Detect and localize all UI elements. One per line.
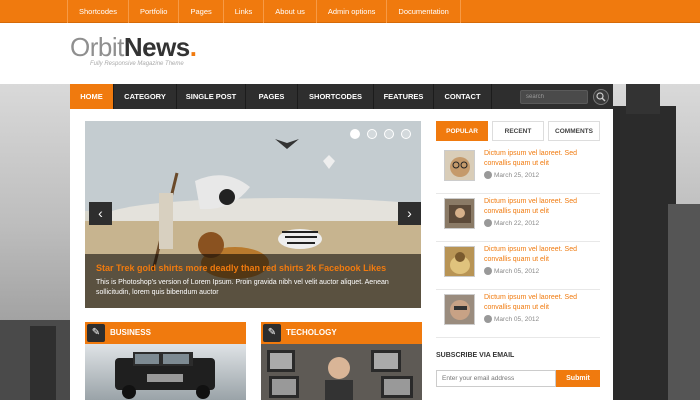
post-thumbnail[interactable]: [444, 150, 475, 181]
chevron-right-icon: ›: [407, 205, 412, 221]
post-image: [449, 205, 471, 223]
nav-single-post[interactable]: SINGLE POST: [177, 84, 246, 109]
site-logo[interactable]: OrbitNews.: [70, 32, 197, 63]
nav-shortcodes[interactable]: SHORTCODES: [298, 84, 374, 109]
post-thumbnail[interactable]: [444, 198, 475, 229]
nav-category[interactable]: CATEGORY: [114, 84, 177, 109]
nav-pages[interactable]: PAGES: [246, 84, 298, 109]
nav-contact[interactable]: CONTACT: [434, 84, 492, 109]
post-date: March 05, 2012: [494, 316, 540, 323]
logo-part1: Orbit: [70, 32, 124, 62]
post-title[interactable]: Dictum ipsum vel laoreet. Sed convallis …: [484, 149, 596, 169]
top-menu-links[interactable]: Links: [224, 0, 265, 23]
slider-prev-button[interactable]: ‹: [89, 202, 112, 225]
section-title-technology: TECHOLOGY: [286, 328, 337, 337]
post-thumbnail[interactable]: [444, 246, 475, 277]
technology-thumbnail[interactable]: [261, 344, 422, 400]
search-input[interactable]: [520, 90, 588, 104]
nav-home[interactable]: HOME: [70, 84, 114, 109]
list-item[interactable]: Dictum ipsum vel laoreet. Sed convallis …: [436, 194, 600, 242]
post-date: March 25, 2012: [494, 172, 540, 179]
clock-icon: [484, 267, 492, 275]
tv-image: [267, 350, 413, 400]
site-tagline: Fully Responsive Magazine Theme: [90, 61, 184, 67]
top-menu: Shortcodes Portfolio Pages Links About u…: [67, 0, 461, 23]
section-title-business: BUSINESS: [110, 328, 151, 337]
post-image: [450, 157, 470, 177]
sidebar-tabs: POPULAR RECENT COMMENTS: [436, 121, 600, 141]
clock-icon: [484, 219, 492, 227]
tab-popular[interactable]: POPULAR: [436, 121, 488, 141]
post-title[interactable]: Dictum ipsum vel laoreet. Sed convallis …: [484, 197, 596, 217]
post-title[interactable]: Dictum ipsum vel laoreet. Sed convallis …: [484, 245, 596, 265]
pencil-icon: ✎: [87, 324, 105, 342]
section-header-technology[interactable]: ✎ TECHOLOGY: [261, 322, 422, 344]
top-menu-documentation[interactable]: Documentation: [387, 0, 461, 23]
list-item[interactable]: Dictum ipsum vel laoreet. Sed convallis …: [436, 146, 600, 194]
slider-dot-1[interactable]: [350, 129, 360, 139]
post-date: March 22, 2012: [494, 220, 540, 227]
section-header-business[interactable]: ✎ BUSINESS: [85, 322, 246, 344]
site-header: OrbitNews. Fully Responsive Magazine The…: [0, 23, 700, 84]
chevron-left-icon: ‹: [98, 205, 103, 221]
tab-comments[interactable]: COMMENTS: [548, 121, 600, 141]
slider-caption-title[interactable]: Star Trek gold shirts more deadly than r…: [96, 263, 386, 273]
top-menu-pages[interactable]: Pages: [179, 0, 224, 23]
post-thumbnail[interactable]: [444, 294, 475, 325]
email-field[interactable]: [436, 370, 556, 387]
list-item[interactable]: Dictum ipsum vel laoreet. Sed convallis …: [436, 290, 600, 338]
top-menu-about-us[interactable]: About us: [264, 0, 317, 23]
subscribe-button[interactable]: Submit: [556, 370, 600, 387]
slider-dot-4[interactable]: [401, 129, 411, 139]
top-menu-shortcodes[interactable]: Shortcodes: [67, 0, 129, 23]
pencil-icon: ✎: [263, 324, 281, 342]
post-date: March 05, 2012: [494, 268, 540, 275]
clock-icon: [484, 171, 492, 179]
post-image: [450, 300, 470, 320]
list-item[interactable]: Dictum ipsum vel laoreet. Sed convallis …: [436, 242, 600, 290]
logo-dot: .: [189, 32, 197, 62]
slider-dot-3[interactable]: [384, 129, 394, 139]
top-menu-portfolio[interactable]: Portfolio: [129, 0, 180, 23]
top-menu-admin-options[interactable]: Admin options: [317, 0, 388, 23]
clock-icon: [484, 315, 492, 323]
search-button[interactable]: [593, 89, 609, 105]
logo-part2: News: [123, 32, 190, 62]
tab-recent[interactable]: RECENT: [492, 121, 544, 141]
business-thumbnail[interactable]: [85, 344, 246, 400]
nav-features[interactable]: FEATURES: [374, 84, 434, 109]
slider-dot-2[interactable]: [367, 129, 377, 139]
subscribe-heading: SUBSCRIBE VIA EMAIL: [436, 352, 515, 359]
post-image: [450, 252, 470, 274]
post-title[interactable]: Dictum ipsum vel laoreet. Sed convallis …: [484, 293, 596, 313]
featured-slider[interactable]: ‹ › Star Trek gold shirts more deadly th…: [85, 121, 421, 308]
top-bar: Shortcodes Portfolio Pages Links About u…: [0, 0, 700, 23]
truck-image: [115, 352, 215, 399]
slider-next-button[interactable]: ›: [398, 202, 421, 225]
search-icon: [596, 92, 606, 102]
slider-caption-text: This is Photoshop's version of Lorem Ips…: [96, 279, 389, 296]
